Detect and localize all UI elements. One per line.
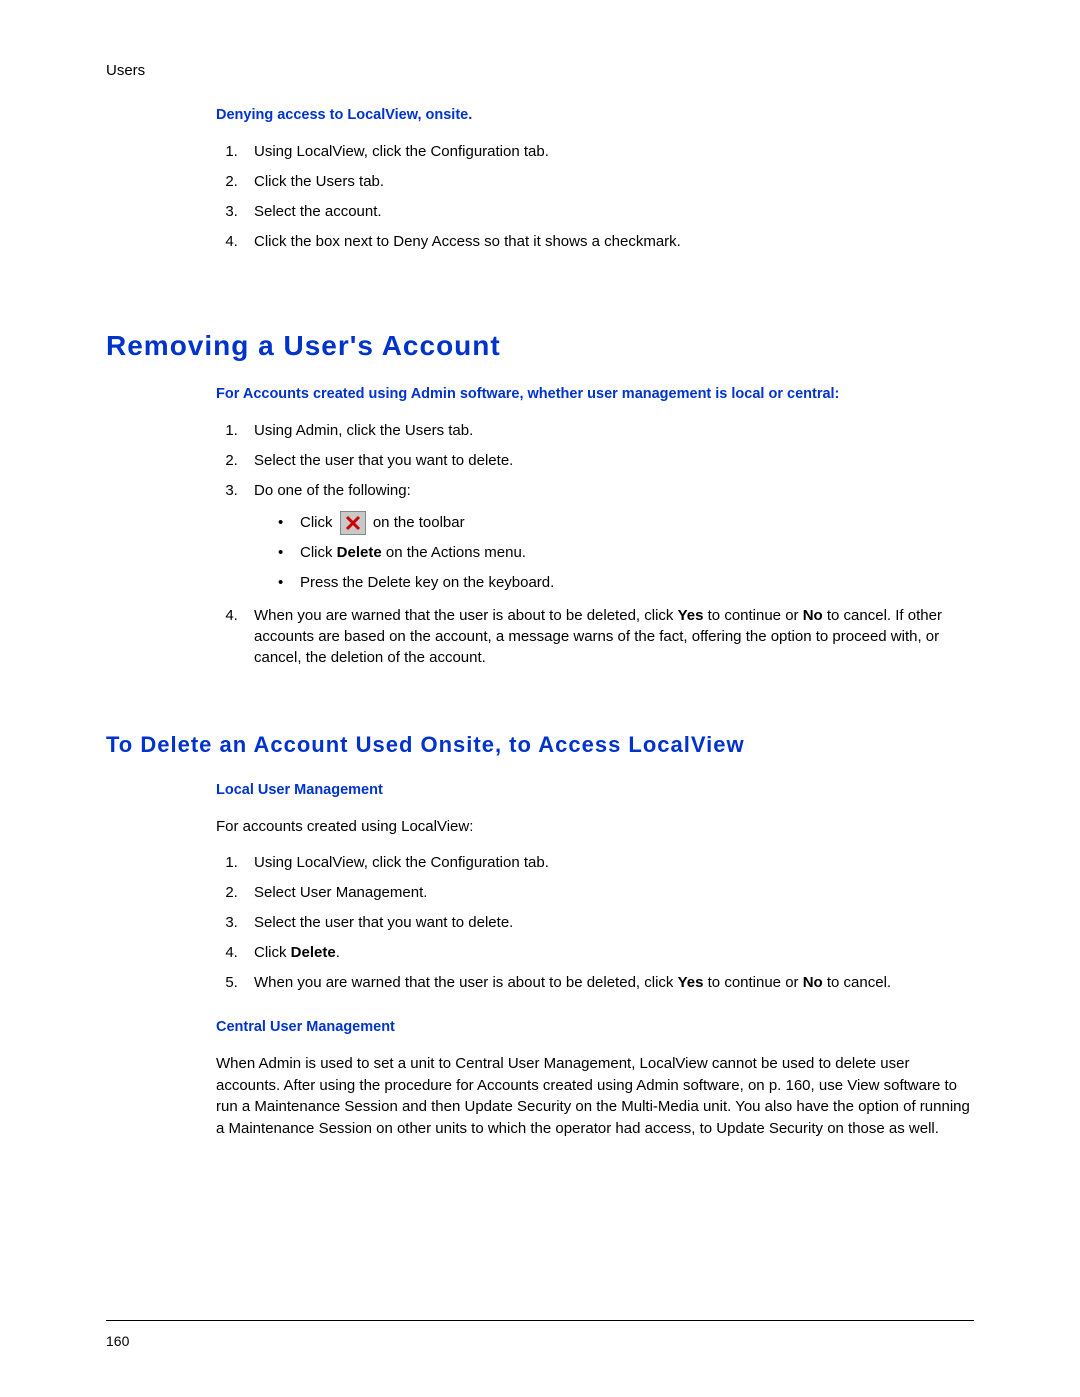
deny-access-block: Denying access to LocalView, onsite. Usi… xyxy=(216,107,974,252)
text: When you are warned that the user is abo… xyxy=(254,607,678,624)
step-text: Do one of the following: xyxy=(254,482,411,499)
bold-text: Yes xyxy=(678,974,704,991)
running-header: Users xyxy=(106,62,974,79)
list-item: When you are warned that the user is abo… xyxy=(242,605,974,668)
text: Click xyxy=(300,514,337,531)
page-number: 160 xyxy=(106,1333,129,1349)
list-item: Select the user that you want to delete. xyxy=(242,450,974,471)
text: to continue or xyxy=(703,607,802,624)
text: . xyxy=(336,944,340,961)
deny-access-steps: Using LocalView, click the Configuration… xyxy=(242,141,974,252)
text: to continue or xyxy=(703,974,802,991)
sub-bullets: Click on the toolbar Click Delete on the… xyxy=(254,511,974,595)
list-item: Click the Users tab. xyxy=(242,171,974,192)
list-item: Select User Management. xyxy=(242,882,974,903)
text: on the Actions menu. xyxy=(382,544,526,561)
list-item: Click on the toolbar xyxy=(278,511,974,535)
local-steps: Using LocalView, click the Configuration… xyxy=(242,852,974,993)
footer-rule xyxy=(106,1320,974,1321)
list-item: Click Delete. xyxy=(242,942,974,963)
delete-onsite-title: To Delete an Account Used Onsite, to Acc… xyxy=(106,732,974,758)
delete-x-icon xyxy=(340,511,366,535)
central-mgmt-heading: Central User Management xyxy=(216,1019,974,1035)
list-item: Using Admin, click the Users tab. xyxy=(242,420,974,441)
page-container: Users Denying access to LocalView, onsit… xyxy=(0,0,1080,1397)
text: Click xyxy=(254,944,291,961)
list-item: Click the box next to Deny Access so tha… xyxy=(242,231,974,252)
list-item: Using LocalView, click the Configuration… xyxy=(242,141,974,162)
bold-text: Yes xyxy=(678,607,704,624)
removing-account-title: Removing a User's Account xyxy=(106,330,974,362)
bold-text: Delete xyxy=(337,544,382,561)
local-intro: For accounts created using LocalView: xyxy=(216,816,974,838)
text: When you are warned that the user is abo… xyxy=(254,974,678,991)
list-item: When you are warned that the user is abo… xyxy=(242,972,974,993)
bold-text: Delete xyxy=(291,944,336,961)
list-item: Using LocalView, click the Configuration… xyxy=(242,852,974,873)
text: to cancel. xyxy=(823,974,891,991)
removing-steps: Using Admin, click the Users tab. Select… xyxy=(242,420,974,668)
bold-text: No xyxy=(803,607,823,624)
local-mgmt-heading: Local User Management xyxy=(216,782,974,798)
list-item: Click Delete on the Actions menu. xyxy=(278,541,974,565)
list-item: Press the Delete key on the keyboard. xyxy=(278,571,974,595)
text: Click xyxy=(300,544,337,561)
removing-account-block: For Accounts created using Admin softwar… xyxy=(216,386,974,668)
list-item: Do one of the following: Click on the to… xyxy=(242,480,974,595)
list-item: Select the user that you want to delete. xyxy=(242,912,974,933)
list-item: Select the account. xyxy=(242,201,974,222)
local-mgmt-block: Local User Management For accounts creat… xyxy=(216,782,974,1140)
admin-software-heading: For Accounts created using Admin softwar… xyxy=(216,386,974,402)
text: on the toolbar xyxy=(369,514,465,531)
deny-access-heading: Denying access to LocalView, onsite. xyxy=(216,107,974,123)
bold-text: No xyxy=(803,974,823,991)
central-para: When Admin is used to set a unit to Cent… xyxy=(216,1053,974,1140)
